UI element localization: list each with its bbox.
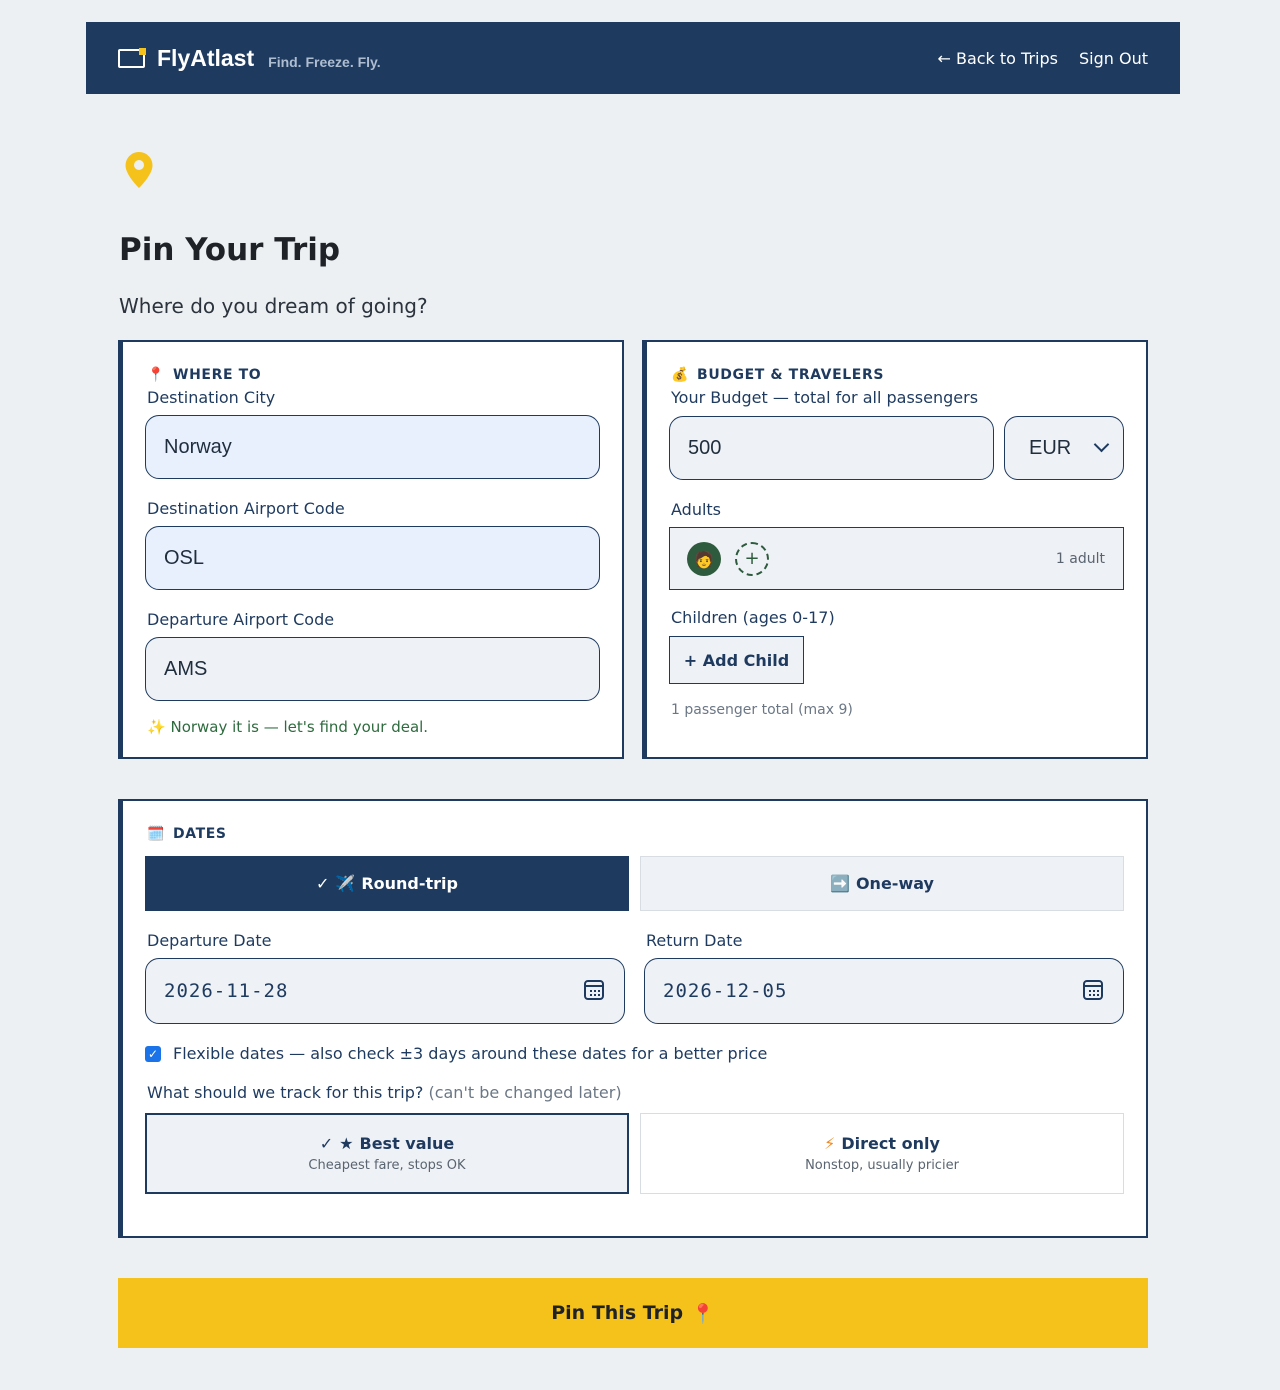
round-trip-label: Round-trip (361, 874, 458, 893)
best-value-title: Best value (359, 1134, 455, 1153)
app-header: FlyAtlast Find. Freeze. Fly. ← Back to T… (86, 22, 1180, 94)
calendar-emoji-icon: 🗓️ (147, 826, 166, 842)
check-icon: ✓ (316, 874, 330, 893)
departure-date-label: Departure Date (147, 931, 272, 950)
departure-date-input[interactable]: 2026-11-28 (145, 958, 625, 1024)
passenger-total: 1 passenger total (max 9) (671, 702, 853, 718)
pin-emoji-icon: 📍 (147, 367, 166, 383)
one-way-tab[interactable]: ➡️ One-way (640, 856, 1124, 911)
return-date-input[interactable]: 2026-12-05 (644, 958, 1124, 1024)
departure-code-input[interactable]: AMS (145, 637, 600, 701)
brand-name[interactable]: FlyAtlast (157, 45, 254, 72)
one-way-label: One-way (855, 874, 934, 893)
adults-selector: 🧑 + 1 adult (669, 527, 1124, 590)
destination-hint-text: Norway it is — let's find your deal. (170, 718, 429, 736)
header-nav: ← Back to Trips Sign Out (937, 49, 1148, 68)
chevron-down-icon (1093, 436, 1110, 453)
where-to-title: WHERE TO (173, 367, 262, 383)
flexible-dates-row: ✓ Flexible dates — also check ±3 days ar… (145, 1044, 767, 1063)
flexible-dates-label[interactable]: Flexible dates — also check ±3 days arou… (173, 1044, 767, 1063)
where-to-card: 📍 WHERE TO Destination City Norway Desti… (118, 340, 624, 759)
page-subtitle: Where do you dream of going? (119, 294, 428, 318)
sign-out-link[interactable]: Sign Out (1079, 49, 1148, 68)
departure-code-label: Departure Airport Code (147, 610, 335, 629)
dates-card: 🗓️ DATES ✓ ✈️ Round-trip ➡️ One-way Depa… (118, 799, 1148, 1238)
destination-city-input[interactable]: Norway (145, 415, 600, 479)
direct-only-title-row: ⚡ Direct only (824, 1134, 940, 1153)
sparkles-icon: ✨ (147, 718, 166, 736)
direct-only-option[interactable]: ⚡ Direct only Nonstop, usually pricier (640, 1113, 1124, 1194)
check-icon: ✓ (319, 1134, 334, 1153)
budget-travelers-card: 💰 BUDGET & TRAVELERS Your Budget — total… (642, 340, 1148, 759)
track-question: What should we track for this trip? (can… (147, 1083, 622, 1102)
dates-title: DATES (173, 826, 227, 842)
departure-date-value: 2026-11-28 (164, 980, 289, 1002)
destination-code-label: Destination Airport Code (147, 499, 345, 518)
round-trip-tab[interactable]: ✓ ✈️ Round-trip (145, 856, 629, 911)
flexible-dates-checkbox[interactable]: ✓ (145, 1045, 161, 1062)
budget-input[interactable]: 500 (669, 416, 994, 480)
return-date-label: Return Date (646, 931, 743, 950)
calendar-icon[interactable] (1083, 980, 1103, 1000)
budget-label: Your Budget — total for all passengers (671, 388, 979, 407)
back-to-trips-link[interactable]: ← Back to Trips (937, 49, 1058, 68)
adult-avatar-icon[interactable]: 🧑 (687, 542, 721, 576)
adults-count: 1 adult (1055, 551, 1105, 567)
budget-title: BUDGET & TRAVELERS (697, 367, 885, 383)
arrow-right-icon: ➡️ (830, 874, 850, 893)
children-label: Children (ages 0-17) (671, 608, 835, 627)
brand-tagline: Find. Freeze. Fly. (268, 54, 381, 70)
calendar-icon[interactable] (584, 980, 604, 1000)
ticket-logo-icon (118, 48, 146, 68)
where-to-heading: 📍 WHERE TO (147, 367, 261, 383)
destination-hint: ✨ Norway it is — let's find your deal. (147, 718, 428, 736)
star-icon: ★ (339, 1134, 354, 1153)
currency-value: EUR (1029, 436, 1072, 459)
budget-heading: 💰 BUDGET & TRAVELERS (671, 367, 884, 383)
destination-city-label: Destination City (147, 388, 276, 407)
best-value-option[interactable]: ✓ ★ Best value Cheapest fare, stops OK (145, 1113, 629, 1194)
add-child-button[interactable]: + Add Child (669, 636, 804, 684)
dates-heading: 🗓️ DATES (147, 826, 227, 842)
map-pin-icon (125, 152, 153, 188)
pin-trip-label: Pin This Trip (551, 1302, 684, 1324)
track-question-note: (can't be changed later) (428, 1083, 622, 1102)
return-date-value: 2026-12-05 (663, 980, 788, 1002)
best-value-title-row: ✓ ★ Best value (320, 1134, 455, 1153)
pin-emoji-icon: 📍 (691, 1302, 715, 1325)
add-adult-button[interactable]: + (735, 542, 769, 576)
money-bag-icon: 💰 (671, 367, 690, 383)
lightning-icon: ⚡ (824, 1134, 836, 1153)
direct-only-subtitle: Nonstop, usually pricier (805, 1158, 959, 1173)
best-value-subtitle: Cheapest fare, stops OK (308, 1158, 466, 1173)
currency-select[interactable]: EUR (1004, 416, 1124, 480)
page-title: Pin Your Trip (119, 232, 341, 268)
direct-only-title: Direct only (841, 1134, 940, 1153)
airplane-icon: ✈️ (335, 874, 356, 893)
pin-trip-button[interactable]: Pin This Trip 📍 (118, 1278, 1148, 1348)
adults-label: Adults (671, 500, 722, 519)
track-question-text: What should we track for this trip? (147, 1083, 424, 1102)
destination-code-input[interactable]: OSL (145, 526, 600, 590)
